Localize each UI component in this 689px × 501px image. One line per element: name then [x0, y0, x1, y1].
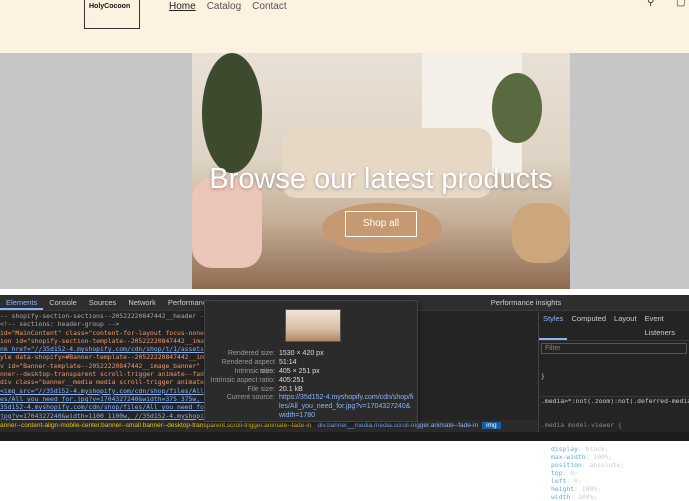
nav-catalog[interactable]: Catalog [207, 1, 241, 13]
tooltip-row: Intrinsic size: 405 × 251 px [205, 367, 419, 376]
tab-network[interactable]: Network [122, 295, 162, 310]
breadcrumb-banner[interactable]: anner--content-align-mobile-center.banne… [0, 422, 311, 429]
tab-styles[interactable]: Styles [539, 312, 568, 340]
css-declaration[interactable]: height: 100%; [541, 485, 689, 493]
breadcrumb-img[interactable]: img [482, 422, 501, 429]
css-value: 100%; [593, 453, 613, 461]
tooltip-row: Intrinsic aspect ratio: 405:251 [205, 376, 419, 385]
styles-pane: Styles Computed Layout Event Listeners F… [538, 312, 689, 501]
current-source-link[interactable]: https://35d152-4.myshopify.com/cdn/shop/… [279, 393, 415, 420]
rule-brace: } [541, 372, 545, 380]
tab-computed[interactable]: Computed [567, 312, 610, 340]
main-nav: Home Catalog Contact [169, 1, 287, 13]
tab-elements[interactable]: Elements [0, 295, 44, 310]
tooltip-value: 1530 × 420 px [279, 350, 324, 357]
hero-banner: Browse our latest products Shop all [192, 53, 570, 289]
image-info-tooltip: Rendered size: 1530 × 420 px Rendered aspe… [204, 300, 418, 422]
tooltip-label: Intrinsic aspect ratio: [210, 377, 275, 384]
plant-image [202, 53, 262, 173]
devtools-drawer [0, 432, 689, 441]
pouf-image [512, 203, 570, 263]
tab-performance-insights[interactable]: Performance insights [485, 295, 567, 310]
tooltip-label: Current source: [226, 394, 275, 401]
shop-all-button[interactable]: Shop all [345, 211, 417, 237]
css-property: top [551, 469, 563, 477]
tooltip-source-row: Current source: https://35d152-4.myshopi… [205, 393, 419, 420]
hero-title: Browse our latest products [209, 163, 553, 195]
nav-contact[interactable]: Contact [252, 1, 286, 13]
store-logo[interactable]: HolyCocoon [84, 0, 140, 29]
rule-selector: .media>*:not(.zoom):not(.deferred-media_ [541, 396, 689, 405]
css-declaration[interactable]: top: 0; [541, 469, 689, 477]
store-header: HolyCocoon Home Catalog Contact ⚲ ▢ [0, 0, 689, 53]
tooltip-row: Rendered size: 1530 × 420 px [205, 349, 419, 358]
styles-filter-input[interactable]: Filter [541, 343, 687, 354]
image-thumbnail [285, 309, 341, 342]
search-icon[interactable]: ⚲ [647, 0, 659, 8]
cart-icon[interactable]: ▢ [676, 0, 688, 8]
css-property: height [551, 485, 575, 493]
css-value: absolute; [589, 461, 625, 469]
css-value: 0; [574, 477, 582, 485]
css-declaration[interactable]: left: 0; [541, 477, 689, 485]
css-declaration[interactable]: width: 100%; [541, 493, 689, 501]
css-property: display [551, 445, 578, 453]
plant-image [492, 73, 542, 143]
tab-sources[interactable]: Sources [83, 295, 123, 310]
tab-layout[interactable]: Layout [610, 312, 641, 340]
breadcrumb-media[interactable]: div.banner__media.media.scroll-trigger.a… [317, 422, 478, 429]
css-value: block; [585, 445, 609, 453]
tooltip-label: Rendered size: [227, 350, 275, 357]
css-property: max-width [551, 453, 586, 461]
tab-console[interactable]: Console [43, 295, 83, 310]
css-value: 0; [570, 469, 578, 477]
css-property: width [551, 493, 571, 501]
css-property: left [551, 477, 567, 485]
css-value: 100%; [581, 485, 602, 493]
css-property: position [551, 461, 582, 469]
tooltip-value: 405 × 251 px [279, 368, 320, 375]
css-declaration[interactable]: position: absolute; [541, 461, 689, 469]
tooltip-label: Intrinsic size: [234, 368, 275, 375]
nav-home[interactable]: Home [169, 1, 196, 13]
css-rules: } .media>*:not(.zoom):not(.deferred-medi… [539, 356, 689, 501]
rule-selector-2: .media model-viewer { [541, 421, 622, 429]
css-declaration[interactable]: max-width: 100%; [541, 453, 689, 461]
tab-event-listeners[interactable]: Event Listeners [641, 312, 689, 340]
css-declaration[interactable]: display: block; [541, 445, 689, 453]
tooltip-value: 405:251 [279, 377, 305, 384]
css-value: 100%; [577, 493, 598, 501]
